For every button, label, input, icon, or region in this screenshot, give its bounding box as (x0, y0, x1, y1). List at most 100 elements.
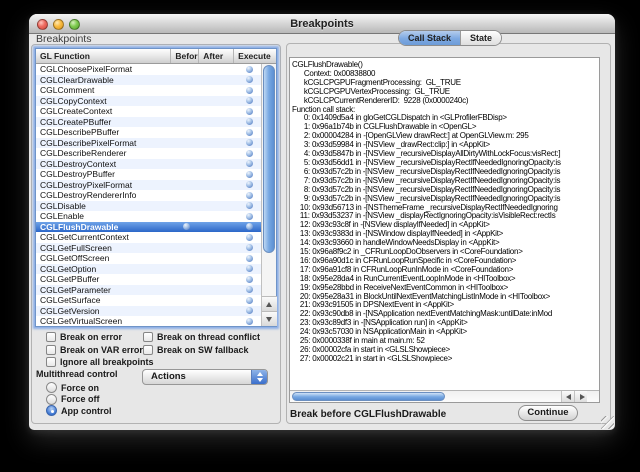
table-row[interactable]: CGLGetOption (36, 264, 263, 275)
radio-force-on[interactable]: Force on (46, 382, 99, 393)
radio-button[interactable] (46, 405, 57, 416)
breakpoint-after-cell[interactable] (200, 201, 235, 212)
continue-button[interactable]: Continue (518, 405, 578, 421)
breakpoint-after-cell[interactable] (200, 264, 235, 275)
column-header-gl-function[interactable]: GL Function (36, 49, 171, 63)
breakpoint-execute-icon[interactable] (246, 223, 253, 230)
breakpoint-execute-icon[interactable] (246, 87, 253, 94)
breakpoint-execute-icon[interactable] (246, 150, 253, 157)
table-row[interactable]: CGLDescribePBuffer (36, 127, 263, 138)
horizontal-scrollbar-thumb[interactable] (292, 392, 445, 401)
breakpoint-after-cell[interactable] (200, 232, 235, 243)
breakpoint-before-cell[interactable] (172, 169, 200, 180)
table-row[interactable]: CGLGetVirtualScreen (36, 316, 263, 326)
breakpoint-execute-cell[interactable] (235, 169, 263, 180)
table-row[interactable]: CGLDestroyPBuffer (36, 169, 263, 180)
table-row[interactable]: CGLFlushDrawable (36, 222, 263, 233)
radio-button[interactable] (46, 394, 57, 405)
breakpoint-before-cell[interactable] (172, 180, 200, 191)
breakpoint-execute-icon[interactable] (246, 76, 253, 83)
breakpoint-after-cell[interactable] (200, 306, 235, 317)
breakpoint-execute-icon[interactable] (246, 234, 253, 241)
breakpoint-execute-cell[interactable] (235, 264, 263, 275)
scroll-left-button[interactable] (561, 391, 574, 402)
table-row[interactable]: CGLDestroyRendererInfo (36, 190, 263, 201)
breakpoint-before-icon[interactable] (183, 223, 190, 230)
breakpoint-execute-icon[interactable] (246, 202, 253, 209)
breakpoint-execute-cell[interactable] (235, 127, 263, 138)
table-row[interactable]: CGLDescribePixelFormat (36, 138, 263, 149)
breakpoint-execute-cell[interactable] (235, 253, 263, 264)
table-row[interactable]: CGLDestroyContext (36, 159, 263, 170)
breakpoint-before-cell[interactable] (172, 64, 200, 75)
scroll-up-button[interactable] (262, 296, 277, 311)
breakpoint-after-cell[interactable] (200, 180, 235, 191)
horizontal-scrollbar[interactable] (290, 390, 599, 402)
column-header-before[interactable]: Before (171, 49, 199, 63)
breakpoint-execute-icon[interactable] (246, 255, 253, 262)
breakpoint-execute-icon[interactable] (246, 318, 253, 325)
radio-force-off[interactable]: Force off (46, 394, 100, 405)
vertical-scrollbar[interactable] (261, 64, 276, 326)
breakpoint-execute-cell[interactable] (235, 232, 263, 243)
breakpoint-execute-cell[interactable] (235, 295, 263, 306)
breakpoint-execute-icon[interactable] (246, 286, 253, 293)
table-row[interactable]: CGLCreatePBuffer (36, 117, 263, 128)
vertical-scrollbar-thumb[interactable] (263, 65, 275, 253)
breakpoint-execute-cell[interactable] (235, 138, 263, 149)
breakpoint-before-cell[interactable] (172, 285, 200, 296)
breakpoint-execute-icon[interactable] (246, 307, 253, 314)
checkbox-break-on-thread-conflict[interactable]: Break on thread conflict (143, 332, 260, 342)
breakpoint-after-cell[interactable] (200, 106, 235, 117)
breakpoint-after-cell[interactable] (200, 75, 235, 86)
column-header-after[interactable]: After (199, 49, 234, 63)
breakpoint-before-cell[interactable] (172, 243, 200, 254)
breakpoint-after-cell[interactable] (200, 274, 235, 285)
breakpoint-execute-cell[interactable] (235, 243, 263, 254)
radio-button[interactable] (46, 382, 57, 393)
scroll-right-button[interactable] (574, 391, 587, 402)
checkbox-break-on-sw-fallback[interactable]: Break on SW fallback (143, 345, 249, 355)
tab-call-stack[interactable]: Call Stack (399, 31, 460, 45)
breakpoint-after-cell[interactable] (200, 190, 235, 201)
table-row[interactable]: CGLGetSurface (36, 295, 263, 306)
close-button[interactable] (37, 19, 48, 30)
actions-dropdown[interactable]: Actions (142, 369, 268, 385)
breakpoint-execute-icon[interactable] (246, 244, 253, 251)
breakpoint-before-cell[interactable] (172, 106, 200, 117)
breakpoint-execute-cell[interactable] (235, 180, 263, 191)
breakpoint-execute-cell[interactable] (235, 222, 263, 233)
breakpoint-execute-cell[interactable] (235, 148, 263, 159)
breakpoint-after-cell[interactable] (200, 295, 235, 306)
breakpoint-execute-cell[interactable] (235, 211, 263, 222)
checkbox-box[interactable] (46, 357, 56, 367)
zoom-button[interactable] (69, 19, 80, 30)
breakpoint-execute-cell[interactable] (235, 96, 263, 107)
breakpoint-execute-cell[interactable] (235, 201, 263, 212)
breakpoint-execute-icon[interactable] (246, 118, 253, 125)
breakpoint-execute-cell[interactable] (235, 274, 263, 285)
breakpoint-before-cell[interactable] (172, 264, 200, 275)
breakpoint-after-cell[interactable] (200, 64, 235, 75)
breakpoint-execute-cell[interactable] (235, 85, 263, 96)
breakpoint-execute-cell[interactable] (235, 75, 263, 86)
breakpoint-after-cell[interactable] (200, 316, 235, 326)
breakpoint-before-cell[interactable] (172, 138, 200, 149)
breakpoint-before-cell[interactable] (172, 295, 200, 306)
tab-state[interactable]: State (460, 31, 501, 45)
breakpoint-after-cell[interactable] (200, 117, 235, 128)
breakpoint-execute-icon[interactable] (246, 181, 253, 188)
breakpoint-before-cell[interactable] (172, 306, 200, 317)
column-header-execute[interactable]: Execute (234, 49, 276, 63)
table-row[interactable]: CGLDestroyPixelFormat (36, 180, 263, 191)
breakpoint-before-cell[interactable] (172, 274, 200, 285)
radio-app-control[interactable]: App control (46, 405, 112, 416)
breakpoint-before-cell[interactable] (172, 253, 200, 264)
breakpoint-before-cell[interactable] (172, 232, 200, 243)
table-row[interactable]: CGLDescribeRenderer (36, 148, 263, 159)
breakpoint-after-cell[interactable] (200, 222, 235, 233)
breakpoint-after-cell[interactable] (200, 85, 235, 96)
breakpoint-execute-cell[interactable] (235, 117, 263, 128)
breakpoint-before-cell[interactable] (172, 222, 200, 233)
breakpoint-execute-cell[interactable] (235, 190, 263, 201)
